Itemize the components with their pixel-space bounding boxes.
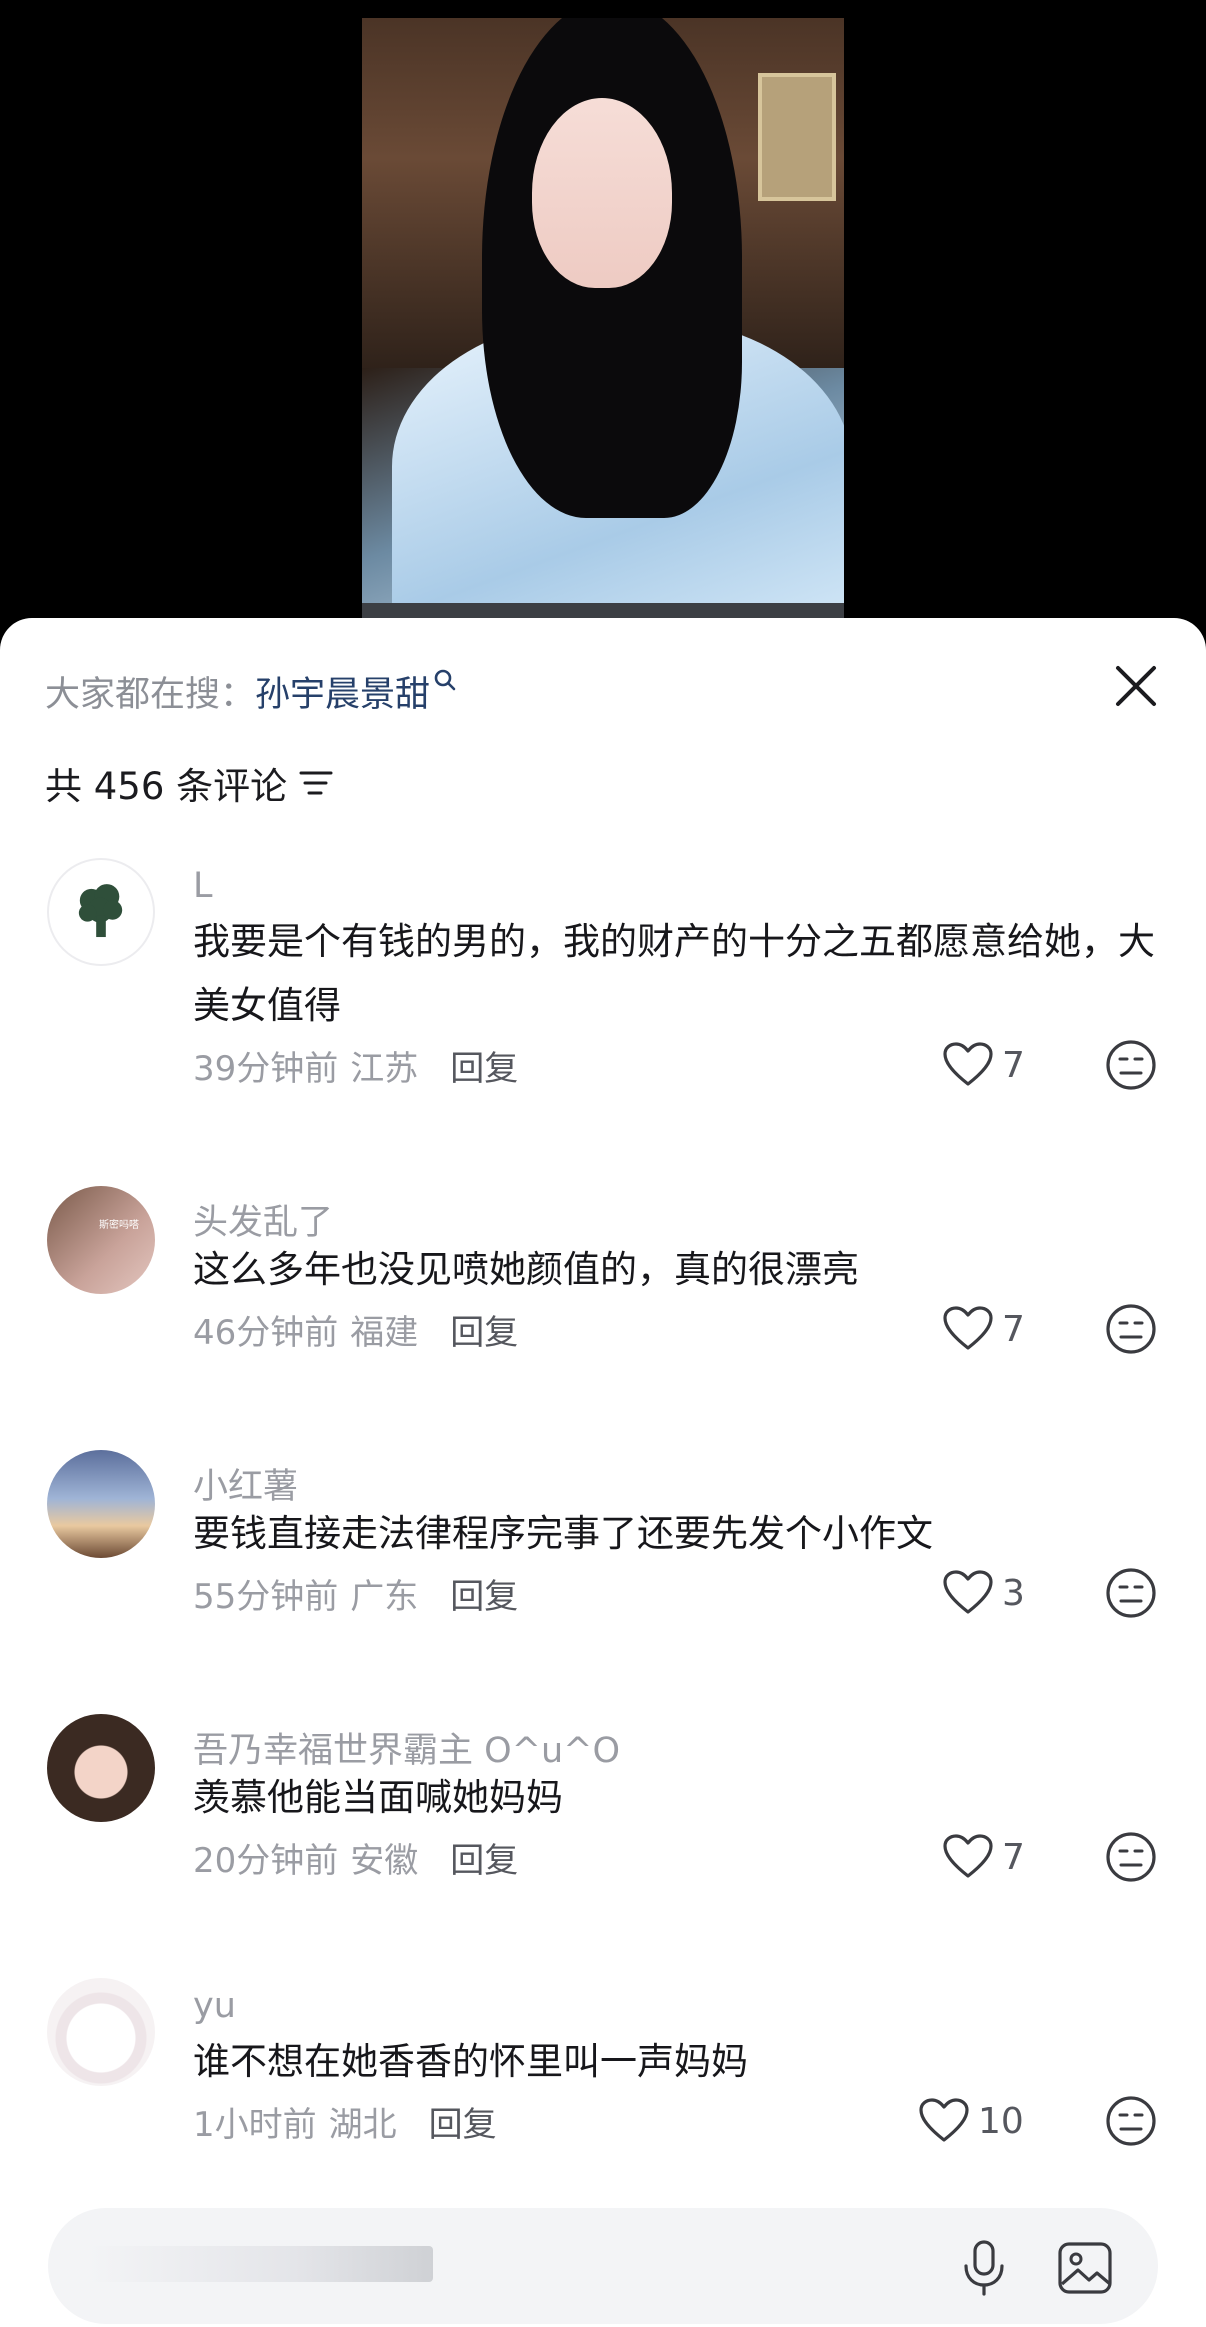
- trending-search[interactable]: 大家都在搜： 孙宇晨景甜: [45, 666, 460, 716]
- comment-meta: 20分钟前 安徽 回复: [193, 1832, 518, 1882]
- search-icon: [434, 669, 456, 691]
- dislike-face-icon[interactable]: [1104, 1302, 1158, 1356]
- comment-text[interactable]: 要钱直接走法律程序完事了还要先发个小作文: [193, 1502, 1173, 1566]
- dislike-face-icon[interactable]: [1104, 1566, 1158, 1620]
- comment-location: 福建: [350, 1312, 419, 1353]
- heart-icon: [919, 2098, 969, 2142]
- like-button[interactable]: 7: [942, 1304, 1025, 1354]
- comment-location: 广东: [350, 1576, 419, 1617]
- comment-text[interactable]: 羡慕他能当面喊她妈妈: [193, 1766, 1173, 1830]
- like-count: 7: [1002, 1044, 1025, 1086]
- comment-meta: 46分钟前 福建 回复: [193, 1304, 518, 1354]
- comment-count: 共 456 条评论: [45, 765, 288, 808]
- comment-text[interactable]: 我要是个有钱的男的，我的财产的十分之五都愿意给她，大美女值得: [193, 910, 1173, 1038]
- avatar[interactable]: [47, 1450, 155, 1558]
- microphone-icon[interactable]: [956, 2238, 1012, 2298]
- like-count: 7: [1002, 1836, 1025, 1878]
- dislike-face-icon[interactable]: [1104, 1038, 1158, 1092]
- comment-time: 39分钟前: [193, 1048, 339, 1089]
- sort-icon[interactable]: [299, 768, 333, 798]
- broccoli-icon: [78, 884, 123, 938]
- trending-search-term[interactable]: 孙宇晨景甜: [255, 666, 430, 717]
- comment-input-placeholder[interactable]: [88, 2246, 433, 2282]
- comment-input-bar[interactable]: [48, 2208, 1158, 2324]
- avatar[interactable]: 斯密吗嗒: [47, 1186, 155, 1294]
- like-count: 10: [978, 2100, 1024, 2142]
- close-icon[interactable]: [1110, 660, 1162, 712]
- video-face: [532, 98, 672, 288]
- reply-button[interactable]: 回复: [429, 2097, 497, 2146]
- like-button[interactable]: 7: [942, 1040, 1025, 1090]
- comment-count-row: 共 456 条评论: [45, 758, 333, 808]
- comment-time: 55分钟前: [193, 1576, 339, 1617]
- comment-username[interactable]: L: [193, 866, 213, 906]
- like-button[interactable]: 7: [942, 1832, 1025, 1882]
- comment-location: 湖北: [328, 2104, 397, 2145]
- comment-text[interactable]: 谁不想在她香香的怀里叫一声妈妈: [193, 2030, 1173, 2094]
- reply-button[interactable]: 回复: [450, 1569, 518, 1618]
- comment-username[interactable]: yu: [193, 1986, 236, 2026]
- avatar[interactable]: [47, 858, 155, 966]
- heart-icon: [943, 1834, 993, 1878]
- video-wall-picture: [758, 73, 836, 201]
- video-bottom-bar: [362, 603, 844, 618]
- comment-text[interactable]: 这么多年也没见喷她颜值的，真的很漂亮: [193, 1238, 1173, 1302]
- heart-icon: [943, 1570, 993, 1614]
- video-area[interactable]: [0, 0, 1206, 640]
- video-frame[interactable]: [362, 18, 844, 618]
- like-button[interactable]: 3: [942, 1568, 1025, 1618]
- comment-meta: 1小时前 湖北 回复: [193, 2096, 497, 2146]
- like-count: 3: [1002, 1572, 1025, 1614]
- image-icon[interactable]: [1056, 2240, 1114, 2296]
- heart-icon: [943, 1306, 993, 1350]
- comment-location: 江苏: [350, 1048, 419, 1089]
- avatar[interactable]: [47, 1714, 155, 1822]
- reply-button[interactable]: 回复: [450, 1041, 518, 1090]
- comment-meta: 39分钟前 江苏 回复: [193, 1040, 518, 1090]
- comment-time: 20分钟前: [193, 1840, 339, 1881]
- dislike-face-icon[interactable]: [1104, 1830, 1158, 1884]
- like-count: 7: [1002, 1308, 1025, 1350]
- avatar[interactable]: [47, 1978, 155, 2086]
- avatar-label: 斯密吗嗒: [99, 1220, 139, 1231]
- like-button[interactable]: 10: [918, 2096, 1024, 2146]
- comment-meta: 55分钟前 广东 回复: [193, 1568, 518, 1618]
- dislike-face-icon[interactable]: [1104, 2094, 1158, 2148]
- comment-time: 46分钟前: [193, 1312, 339, 1353]
- heart-icon: [943, 1042, 993, 1086]
- reply-button[interactable]: 回复: [450, 1305, 518, 1354]
- comment-sheet: 大家都在搜： 孙宇晨景甜 共 456 条评论 L 我要是个有钱的男的，我的财产的…: [0, 618, 1206, 2327]
- comment-time: 1小时前: [193, 2104, 317, 2145]
- comment-location: 安徽: [350, 1840, 419, 1881]
- reply-button[interactable]: 回复: [450, 1833, 518, 1882]
- trending-search-prefix: 大家都在搜：: [45, 674, 256, 715]
